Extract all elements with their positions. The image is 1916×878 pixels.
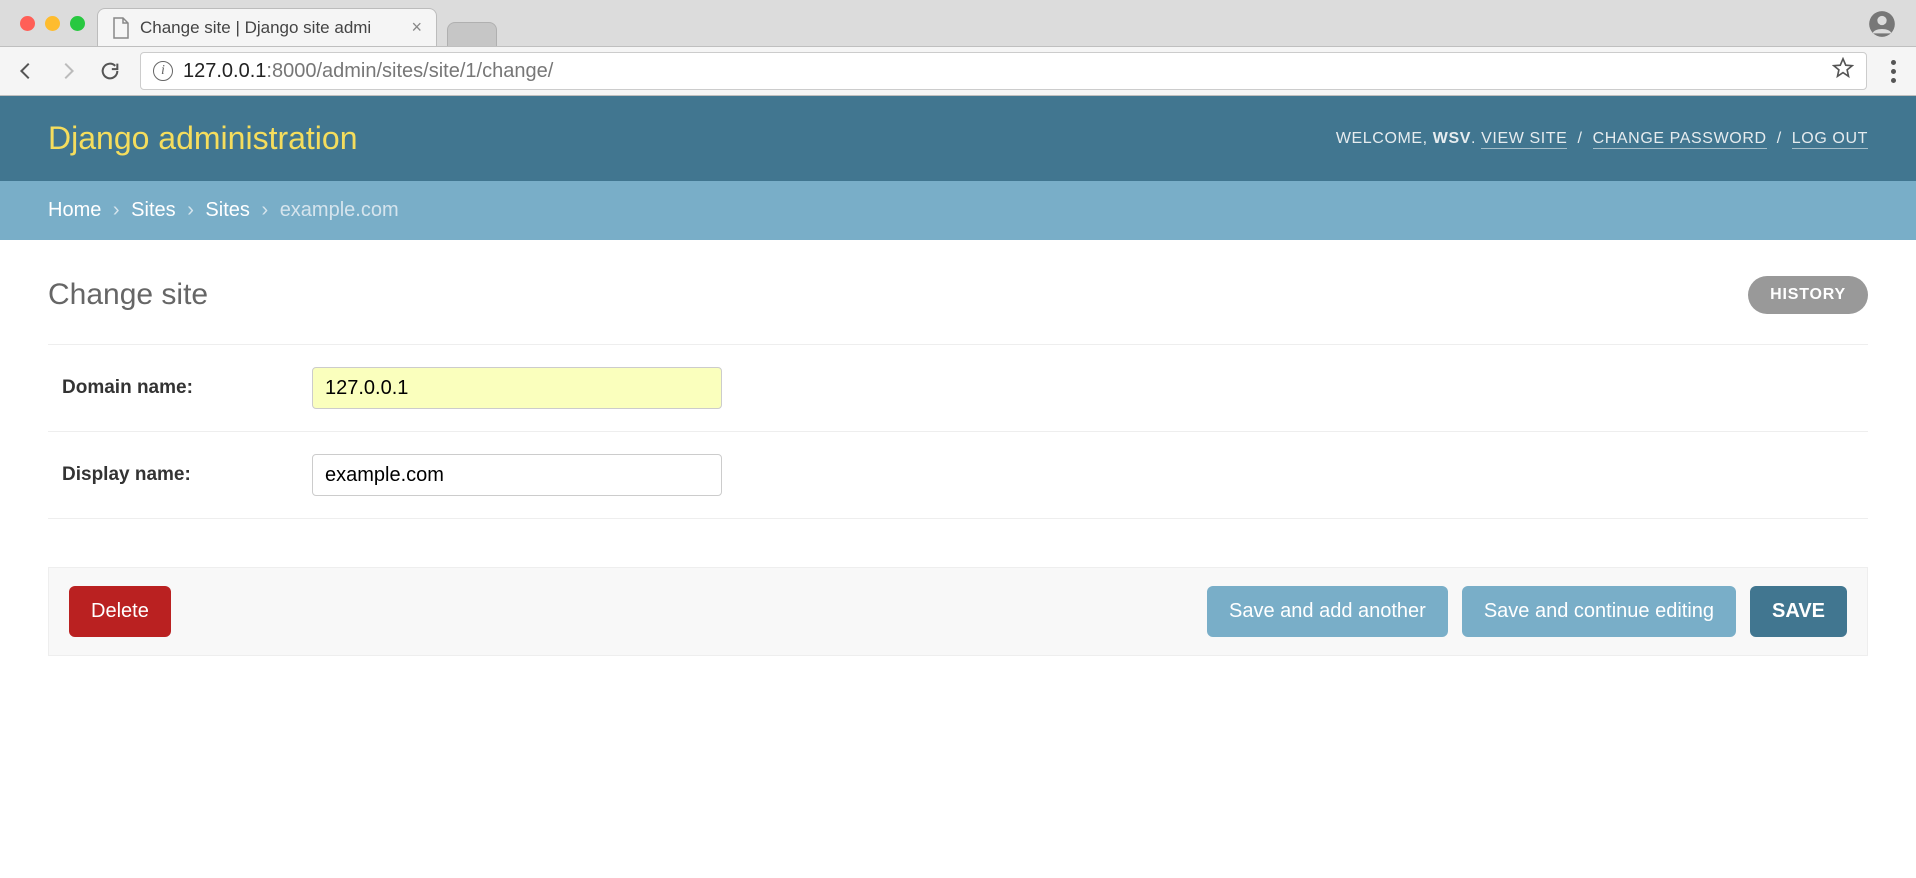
browser-menu-icon[interactable]: [1885, 60, 1902, 83]
fieldset: Domain name: Display name:: [48, 344, 1868, 519]
welcome-text: WELCOME,: [1336, 130, 1433, 147]
save-add-another-button[interactable]: Save and add another: [1207, 586, 1448, 637]
url-text: 127.0.0.1:8000/admin/sites/site/1/change…: [183, 60, 553, 83]
close-tab-icon[interactable]: ×: [411, 17, 422, 38]
content-header: Change site HISTORY: [48, 276, 1868, 314]
delete-button[interactable]: Delete: [69, 586, 171, 637]
chevron-icon: ›: [261, 199, 268, 221]
separator: /: [1777, 130, 1782, 147]
bookmark-icon[interactable]: [1832, 57, 1854, 85]
breadcrumb-app[interactable]: Sites: [131, 199, 175, 221]
breadcrumb-current: example.com: [280, 199, 399, 221]
display-name-input[interactable]: [312, 454, 722, 496]
forward-button[interactable]: [56, 59, 80, 83]
domain-name-label: Domain name:: [62, 377, 312, 399]
profile-icon[interactable]: [1868, 10, 1896, 38]
close-window-button[interactable]: [20, 16, 35, 31]
domain-name-input[interactable]: [312, 367, 722, 409]
submit-row: Delete Save and add another Save and con…: [48, 567, 1868, 656]
user-tools: WELCOME, WSV. VIEW SITE / CHANGE PASSWOR…: [1336, 130, 1868, 148]
browser-tab[interactable]: Change site | Django site admi ×: [97, 8, 437, 46]
minimize-window-button[interactable]: [45, 16, 60, 31]
page-icon: [112, 17, 130, 39]
tab-title: Change site | Django site admi: [140, 18, 371, 38]
welcome-suffix: .: [1471, 130, 1481, 147]
history-button[interactable]: HISTORY: [1748, 276, 1868, 314]
chevron-icon: ›: [113, 199, 120, 221]
address-bar[interactable]: i 127.0.0.1:8000/admin/sites/site/1/chan…: [140, 52, 1867, 90]
form-row-display: Display name:: [48, 432, 1868, 519]
chevron-icon: ›: [187, 199, 194, 221]
save-button[interactable]: SAVE: [1750, 586, 1847, 637]
tab-row: Change site | Django site admi ×: [0, 0, 1916, 46]
back-button[interactable]: [14, 59, 38, 83]
browser-chrome: Change site | Django site admi × i 127.0…: [0, 0, 1916, 96]
window-controls: [12, 0, 97, 46]
breadcrumb-home[interactable]: Home: [48, 199, 101, 221]
separator: /: [1577, 130, 1582, 147]
url-path: :8000/admin/sites/site/1/change/: [266, 60, 553, 82]
admin-header: Django administration WELCOME, WSV. VIEW…: [0, 96, 1916, 181]
breadcrumb: Home › Sites › Sites › example.com: [0, 181, 1916, 240]
view-site-link[interactable]: VIEW SITE: [1481, 130, 1567, 149]
save-continue-button[interactable]: Save and continue editing: [1462, 586, 1736, 637]
display-name-label: Display name:: [62, 464, 312, 486]
new-tab-button[interactable]: [447, 22, 497, 46]
username: WSV: [1433, 130, 1471, 147]
logout-link[interactable]: LOG OUT: [1792, 130, 1868, 149]
site-info-icon[interactable]: i: [153, 61, 173, 81]
browser-toolbar: i 127.0.0.1:8000/admin/sites/site/1/chan…: [0, 46, 1916, 96]
content: Change site HISTORY Domain name: Display…: [0, 240, 1916, 692]
breadcrumb-model[interactable]: Sites: [205, 199, 249, 221]
url-host: 127.0.0.1: [183, 60, 266, 82]
site-branding[interactable]: Django administration: [48, 120, 358, 157]
page-title: Change site: [48, 278, 208, 312]
reload-button[interactable]: [98, 59, 122, 83]
maximize-window-button[interactable]: [70, 16, 85, 31]
change-password-link[interactable]: CHANGE PASSWORD: [1593, 130, 1767, 149]
form-row-domain: Domain name:: [48, 345, 1868, 432]
